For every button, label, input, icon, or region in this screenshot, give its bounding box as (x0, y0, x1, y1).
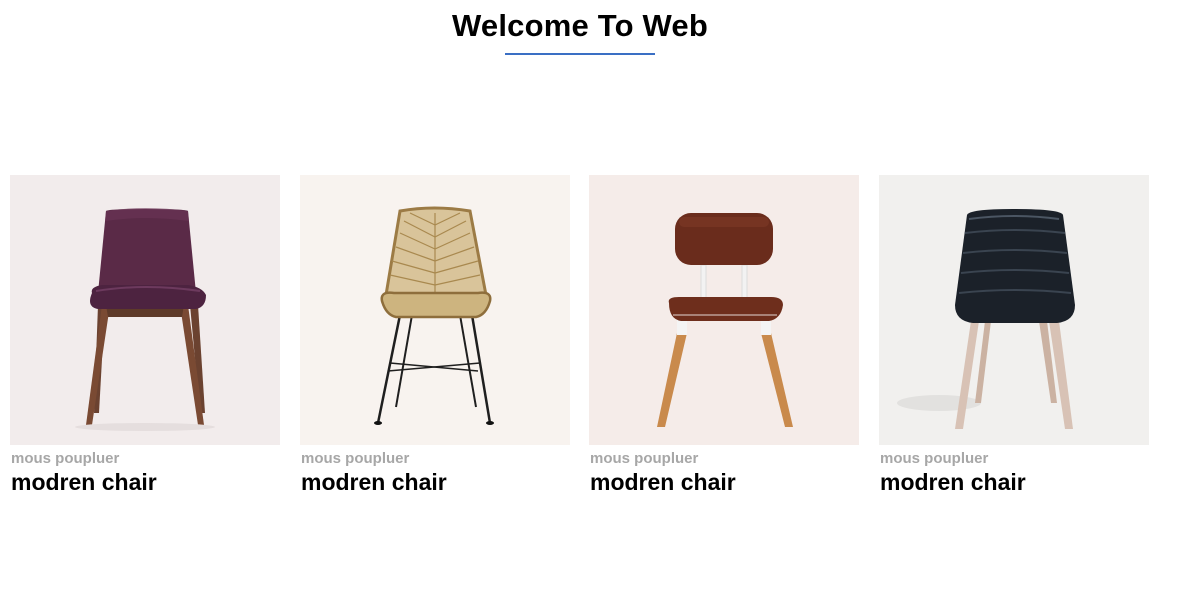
product-image-rattan-chair[interactable] (300, 175, 570, 445)
product-card[interactable]: mous poupluer modren chair (10, 175, 280, 495)
product-card[interactable]: mous poupluer modren chair (300, 175, 570, 495)
page-title: Welcome To Web (451, 8, 708, 43)
product-title[interactable]: modren chair (589, 469, 859, 495)
product-subtitle: mous poupluer (11, 450, 120, 467)
product-image-quilted-chair[interactable] (879, 175, 1149, 445)
product-image-purple-chair[interactable] (10, 175, 280, 445)
product-title[interactable]: modren chair (879, 469, 1149, 495)
product-image-leather-chair[interactable] (589, 175, 859, 445)
product-title[interactable]: modren chair (300, 469, 570, 495)
product-card[interactable]: mous poupluer modren chair (879, 175, 1149, 495)
product-subtitle: mous poupluer (880, 450, 989, 467)
product-subtitle: mous poupluer (301, 450, 410, 467)
product-title[interactable]: modren chair (10, 469, 280, 495)
product-grid: mous poupluer modren chair mous poupluer… (10, 175, 1170, 505)
product-card[interactable]: mous poupluer modren chair (589, 175, 859, 495)
product-subtitle: mous poupluer (590, 450, 699, 467)
title-underline (505, 53, 655, 55)
